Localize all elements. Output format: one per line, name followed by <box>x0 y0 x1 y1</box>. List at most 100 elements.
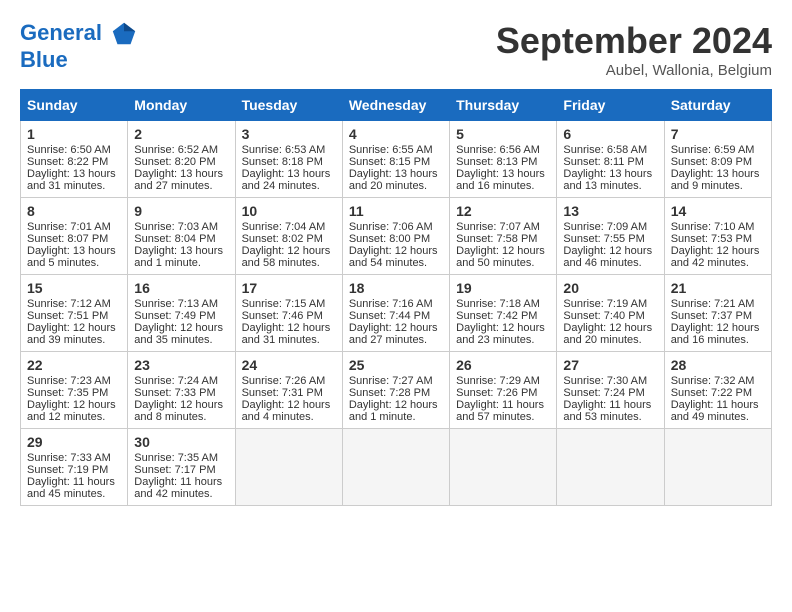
day-info-line: Daylight: 13 hours <box>563 168 657 180</box>
calendar-cell: 21Sunrise: 7:21 AMSunset: 7:37 PMDayligh… <box>664 275 771 352</box>
day-number: 16 <box>134 280 228 296</box>
day-number: 7 <box>671 126 765 142</box>
day-header-thursday: Thursday <box>450 90 557 121</box>
day-info-line: Daylight: 11 hours <box>563 399 657 411</box>
day-info-line: Daylight: 12 hours <box>349 322 443 334</box>
day-info-line: Daylight: 12 hours <box>27 322 121 334</box>
day-number: 20 <box>563 280 657 296</box>
day-info-line: Sunrise: 7:12 AM <box>27 298 121 310</box>
day-info-line: Daylight: 12 hours <box>349 399 443 411</box>
day-number: 10 <box>242 203 336 219</box>
day-info-line: and 16 minutes. <box>456 180 550 192</box>
logo-blue: Blue <box>20 48 140 72</box>
day-info-line: Daylight: 11 hours <box>671 399 765 411</box>
day-info-line: Sunset: 7:51 PM <box>27 310 121 322</box>
day-info-line: Daylight: 13 hours <box>134 245 228 257</box>
calendar-cell: 17Sunrise: 7:15 AMSunset: 7:46 PMDayligh… <box>235 275 342 352</box>
day-info-line: and 57 minutes. <box>456 411 550 423</box>
day-info-line: and 12 minutes. <box>27 411 121 423</box>
day-info-line: Sunset: 8:09 PM <box>671 156 765 168</box>
calendar-cell <box>342 429 449 506</box>
day-number: 17 <box>242 280 336 296</box>
day-info-line: Sunset: 7:49 PM <box>134 310 228 322</box>
calendar-cell: 3Sunrise: 6:53 AMSunset: 8:18 PMDaylight… <box>235 121 342 198</box>
day-info-line: Sunrise: 7:03 AM <box>134 221 228 233</box>
day-info-line: Sunset: 7:33 PM <box>134 387 228 399</box>
day-header-sunday: Sunday <box>21 90 128 121</box>
day-info-line: Sunrise: 6:59 AM <box>671 144 765 156</box>
day-info-line: Sunset: 8:22 PM <box>27 156 121 168</box>
day-info-line: and 23 minutes. <box>456 334 550 346</box>
day-info-line: and 8 minutes. <box>134 411 228 423</box>
day-info-line: Sunset: 7:46 PM <box>242 310 336 322</box>
day-number: 13 <box>563 203 657 219</box>
day-info-line: and 1 minute. <box>134 257 228 269</box>
day-info-line: Sunset: 7:44 PM <box>349 310 443 322</box>
day-info-line: and 9 minutes. <box>671 180 765 192</box>
day-info-line: Daylight: 12 hours <box>242 399 336 411</box>
day-info-line: and 49 minutes. <box>671 411 765 423</box>
calendar-cell: 14Sunrise: 7:10 AMSunset: 7:53 PMDayligh… <box>664 198 771 275</box>
day-info-line: Sunrise: 7:33 AM <box>27 452 121 464</box>
logo: General Blue <box>20 20 140 72</box>
day-info-line: and 42 minutes. <box>671 257 765 269</box>
day-info-line: and 45 minutes. <box>27 488 121 500</box>
day-info-line: Sunrise: 7:27 AM <box>349 375 443 387</box>
day-info-line: Sunset: 8:18 PM <box>242 156 336 168</box>
day-number: 4 <box>349 126 443 142</box>
day-info-line: Daylight: 12 hours <box>349 245 443 257</box>
calendar-cell: 10Sunrise: 7:04 AMSunset: 8:02 PMDayligh… <box>235 198 342 275</box>
day-number: 15 <box>27 280 121 296</box>
day-header-saturday: Saturday <box>664 90 771 121</box>
day-info-line: Daylight: 12 hours <box>563 322 657 334</box>
day-info-line: Sunrise: 7:10 AM <box>671 221 765 233</box>
day-info-line: Sunrise: 7:06 AM <box>349 221 443 233</box>
day-number: 5 <box>456 126 550 142</box>
day-info-line: Daylight: 13 hours <box>134 168 228 180</box>
day-info-line: Sunrise: 7:01 AM <box>27 221 121 233</box>
day-number: 19 <box>456 280 550 296</box>
day-number: 26 <box>456 357 550 373</box>
day-info-line: and 31 minutes. <box>242 334 336 346</box>
day-info-line: Daylight: 12 hours <box>242 245 336 257</box>
day-header-monday: Monday <box>128 90 235 121</box>
title-block: September 2024 Aubel, Wallonia, Belgium <box>496 20 772 79</box>
calendar-cell: 13Sunrise: 7:09 AMSunset: 7:55 PMDayligh… <box>557 198 664 275</box>
day-info-line: Sunset: 8:02 PM <box>242 233 336 245</box>
calendar-cell: 1 Sunrise: 6:50 AMSunset: 8:22 PMDaylight… <box>21 121 128 198</box>
day-info-line: Daylight: 12 hours <box>671 322 765 334</box>
day-info-line: Daylight: 13 hours <box>456 168 550 180</box>
day-info-line: Sunset: 7:19 PM <box>27 464 121 476</box>
day-number: 25 <box>349 357 443 373</box>
page-header: General Blue September 2024 Aubel, Wallo… <box>20 20 772 79</box>
day-info-line: Sunset: 7:53 PM <box>671 233 765 245</box>
day-info-line: Sunrise: 7:24 AM <box>134 375 228 387</box>
calendar-cell <box>664 429 771 506</box>
calendar-cell: 9Sunrise: 7:03 AMSunset: 8:04 PMDaylight… <box>128 198 235 275</box>
day-info-line: Sunrise: 6:50 AM <box>27 144 121 156</box>
day-info-line: Daylight: 12 hours <box>563 245 657 257</box>
calendar-cell: 29Sunrise: 7:33 AMSunset: 7:19 PMDayligh… <box>21 429 128 506</box>
day-info-line: Sunrise: 6:53 AM <box>242 144 336 156</box>
calendar-cell: 24Sunrise: 7:26 AMSunset: 7:31 PMDayligh… <box>235 352 342 429</box>
day-info-line: Daylight: 13 hours <box>671 168 765 180</box>
day-info-line: Sunset: 7:24 PM <box>563 387 657 399</box>
week-row-4: 22Sunrise: 7:23 AMSunset: 7:35 PMDayligh… <box>21 352 772 429</box>
day-info-line: and 35 minutes. <box>134 334 228 346</box>
day-number: 1 <box>27 126 121 142</box>
day-info-line: Sunrise: 7:09 AM <box>563 221 657 233</box>
day-info-line: Sunrise: 7:21 AM <box>671 298 765 310</box>
day-info-line: Sunset: 7:42 PM <box>456 310 550 322</box>
day-info-line: and 24 minutes. <box>242 180 336 192</box>
day-info-line: Daylight: 13 hours <box>27 168 121 180</box>
logo-text: General <box>20 20 140 45</box>
day-info-line: and 1 minute. <box>349 411 443 423</box>
month-title: September 2024 <box>496 20 772 62</box>
day-info-line: Daylight: 12 hours <box>27 399 121 411</box>
day-info-line: and 20 minutes. <box>563 334 657 346</box>
day-header-tuesday: Tuesday <box>235 90 342 121</box>
day-number: 18 <box>349 280 443 296</box>
day-info-line: Daylight: 12 hours <box>456 245 550 257</box>
day-info-line: Sunset: 7:17 PM <box>134 464 228 476</box>
day-number: 22 <box>27 357 121 373</box>
